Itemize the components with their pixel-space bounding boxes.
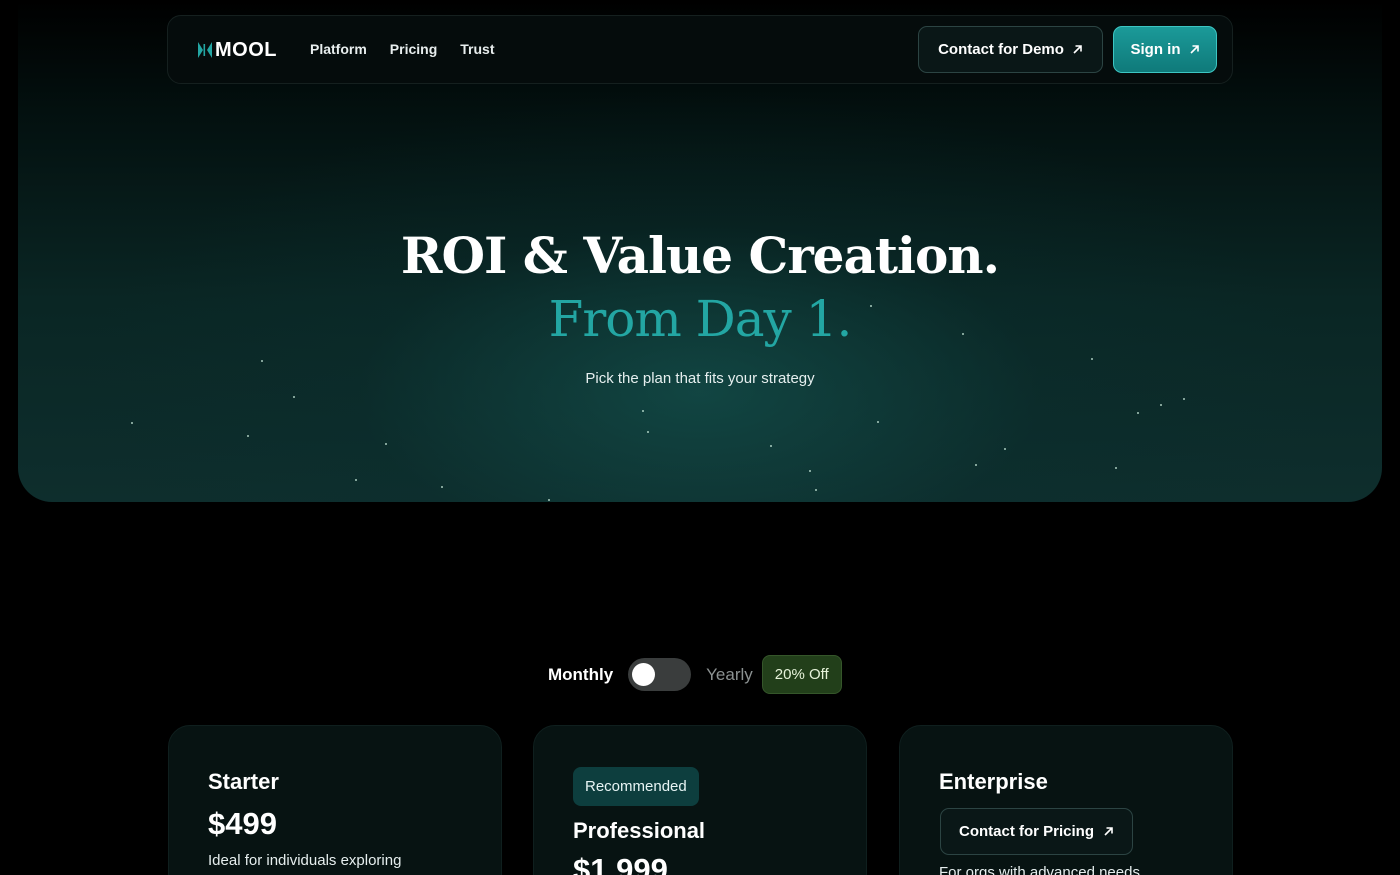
star xyxy=(293,396,295,398)
billing-toggle-group: Monthly Yearly 20% Off xyxy=(548,655,842,694)
star xyxy=(1091,358,1093,360)
contact-for-pricing-label: Contact for Pricing xyxy=(958,823,1094,840)
hero-title-accent: From Day 1. xyxy=(548,290,853,348)
logo-mark-icon xyxy=(198,42,212,58)
star xyxy=(441,486,443,488)
star xyxy=(261,360,263,362)
star xyxy=(642,410,644,412)
plan-card-starter: Starter $499 Ideal for individuals explo… xyxy=(168,725,502,875)
hero-title: ROI & Value Creation. xyxy=(400,226,1000,285)
plan-price: $1,999 xyxy=(573,852,668,875)
nav-link-platform[interactable]: Platform xyxy=(310,41,367,57)
star xyxy=(247,435,249,437)
star xyxy=(548,499,550,501)
logo[interactable]: MOOL xyxy=(198,39,277,61)
nav-link-pricing[interactable]: Pricing xyxy=(390,41,437,57)
star xyxy=(1004,448,1006,450)
discount-badge: 20% Off xyxy=(761,655,842,694)
yearly-label[interactable]: Yearly xyxy=(706,665,753,685)
star xyxy=(385,443,387,445)
star xyxy=(809,470,811,472)
star xyxy=(1160,404,1162,406)
plan-name: Professional xyxy=(573,818,706,843)
star xyxy=(1115,467,1117,469)
plan-name: Enterprise xyxy=(939,769,1048,794)
contact-for-demo-button[interactable]: Contact for Demo xyxy=(918,26,1103,73)
sign-in-label: Sign in xyxy=(1130,41,1181,58)
star xyxy=(355,479,357,481)
toggle-knob xyxy=(632,663,656,686)
nav-link-trust[interactable]: Trust xyxy=(460,41,494,57)
contact-for-pricing-button[interactable]: Contact for Pricing xyxy=(940,808,1133,855)
star xyxy=(1137,412,1139,414)
arrow-up-right-icon xyxy=(1073,45,1082,54)
plan-card-professional: Recommended Professional $1,999 xyxy=(533,725,867,875)
plan-name: Starter xyxy=(208,769,279,794)
arrow-up-right-icon xyxy=(1189,45,1199,54)
top-navbar: MOOL Platform Pricing Trust Contact for … xyxy=(167,15,1233,84)
plan-description: Ideal for individuals exploring xyxy=(208,852,402,869)
sign-in-button[interactable]: Sign in xyxy=(1113,26,1217,73)
plan-card-enterprise: Enterprise Contact for Pricing For orgs … xyxy=(899,725,1233,875)
star xyxy=(1183,398,1185,400)
recommended-badge: Recommended xyxy=(573,767,699,806)
star xyxy=(877,421,879,423)
star xyxy=(647,431,649,433)
star xyxy=(131,422,133,424)
arrow-up-right-icon xyxy=(1104,827,1113,836)
contact-for-demo-label: Contact for Demo xyxy=(938,41,1064,58)
billing-period-toggle[interactable] xyxy=(628,658,692,691)
nav-links: Platform Pricing Trust xyxy=(310,41,495,57)
hero-subtitle: Pick the plan that fits your strategy xyxy=(585,370,815,387)
star xyxy=(815,489,817,491)
plan-description: For orgs with advanced needs xyxy=(939,864,1140,875)
pricing-page: MOOL Platform Pricing Trust Contact for … xyxy=(0,0,1400,875)
brand-name: MOOL xyxy=(215,38,277,61)
star xyxy=(770,445,772,447)
plan-price: $499 xyxy=(208,806,277,841)
monthly-label[interactable]: Monthly xyxy=(548,665,613,685)
star xyxy=(975,464,977,466)
